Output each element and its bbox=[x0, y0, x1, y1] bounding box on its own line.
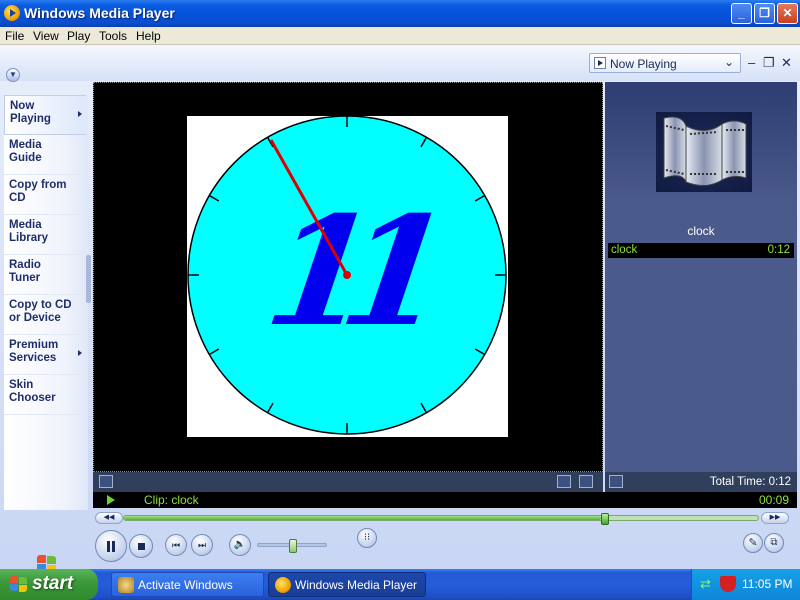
stop-button[interactable] bbox=[129, 534, 153, 558]
volume-thumb[interactable] bbox=[289, 539, 297, 553]
sidebar-item-media-library[interactable]: Media Library bbox=[4, 215, 86, 255]
tray-clock: 11:05 PM bbox=[742, 577, 793, 591]
playlist-item-duration: 0:12 bbox=[767, 244, 790, 256]
sidebar-item-now-playing[interactable]: Now Playing bbox=[4, 95, 86, 135]
sidebar-item-radio-tuner[interactable]: Radio Tuner bbox=[4, 255, 86, 295]
playlist-item[interactable]: clock 0:12 bbox=[608, 243, 794, 258]
sidebar-item-label: Media Guide bbox=[9, 139, 42, 164]
mute-button[interactable]: 🔈 bbox=[229, 534, 251, 556]
playlist-options-icon[interactable] bbox=[609, 475, 623, 488]
playlist-item-title: clock bbox=[611, 244, 638, 256]
restore-button[interactable]: ❐ bbox=[754, 3, 775, 24]
equalizer-button[interactable]: ⁝⁝ bbox=[357, 528, 377, 548]
player-body: ▼ Now Playing ⌄ – ❐ ✕ Now Playing Media … bbox=[0, 45, 800, 573]
clip-name: Clip: clock bbox=[144, 493, 199, 507]
next-button[interactable]: ⏭ bbox=[191, 534, 213, 556]
menu-file[interactable]: File bbox=[5, 29, 24, 43]
arrow-right-icon bbox=[78, 350, 82, 356]
task-label: Activate Windows bbox=[138, 578, 233, 592]
media-player-icon bbox=[4, 5, 20, 21]
taskbar-toggle-icon[interactable]: ▼ bbox=[6, 68, 20, 82]
transport-controls: ⏮ ⏭ 🔈 ⁝⁝ ✎ ⧉ bbox=[92, 527, 798, 567]
maximize-panel-icon[interactable]: ❐ bbox=[763, 55, 775, 71]
fast-forward-icon[interactable]: ▶▶ bbox=[761, 512, 789, 524]
volume-slider[interactable] bbox=[257, 539, 327, 553]
playing-indicator-icon bbox=[107, 495, 115, 505]
fit-video-icon[interactable] bbox=[557, 475, 571, 488]
rewind-icon[interactable]: ◀◀ bbox=[95, 512, 123, 524]
sidebar-item-label: Media Library bbox=[9, 219, 48, 244]
status-bar: Clip: clock 00:09 bbox=[93, 492, 797, 508]
total-time: Total Time: 0:12 bbox=[709, 476, 791, 488]
sidebar-item-label: Skin Chooser bbox=[9, 379, 56, 404]
sidebar-item-label: Premium Services bbox=[9, 339, 59, 364]
feature-taskbar: Now Playing Media Guide Copy from CD Med… bbox=[4, 95, 88, 573]
album-caption: clock bbox=[687, 224, 715, 238]
pause-button[interactable] bbox=[95, 530, 127, 562]
elapsed-time: 00:09 bbox=[758, 493, 789, 507]
sidebar-item-label: Copy to CD or Device bbox=[9, 299, 72, 324]
show-video-icon[interactable] bbox=[99, 475, 113, 488]
skin-mode-button[interactable]: ✎ bbox=[743, 533, 763, 553]
full-screen-icon[interactable] bbox=[579, 475, 593, 488]
system-tray: ⇄ 11:05 PM bbox=[691, 569, 800, 600]
sidebar-item-media-guide[interactable]: Media Guide bbox=[4, 135, 86, 175]
close-panel-icon[interactable]: ✕ bbox=[781, 55, 792, 71]
media-player-window: Windows Media Player _ ❐ ✕ File View Pla… bbox=[0, 0, 800, 573]
menu-tools[interactable]: Tools bbox=[99, 29, 127, 43]
sidebar-item-label: Now Playing bbox=[10, 100, 51, 125]
media-player-icon bbox=[275, 577, 291, 593]
sidebar-item-premium-services[interactable]: Premium Services bbox=[4, 335, 86, 375]
task-windows-media-player[interactable]: Windows Media Player bbox=[268, 572, 426, 597]
menu-play[interactable]: Play bbox=[67, 29, 90, 43]
sidebar-item-label: Copy from CD bbox=[9, 179, 67, 204]
sidebar-item-copy-from-cd[interactable]: Copy from CD bbox=[4, 175, 86, 215]
seek-thumb[interactable] bbox=[601, 513, 609, 525]
sidebar-resize-handle[interactable] bbox=[86, 255, 91, 303]
arrow-right-icon bbox=[78, 111, 82, 117]
sidebar-item-label: Radio Tuner bbox=[9, 259, 41, 284]
clock-hand-hub bbox=[343, 271, 351, 279]
title-bar[interactable]: Windows Media Player _ ❐ ✕ bbox=[0, 0, 800, 27]
network-icon[interactable]: ⇄ bbox=[700, 576, 716, 592]
window-title: Windows Media Player bbox=[24, 5, 175, 21]
menu-bar: File View Play Tools Help bbox=[0, 27, 800, 45]
chevron-down-icon: ⌄ bbox=[723, 55, 734, 69]
clock-video-frame: 11 bbox=[187, 115, 508, 437]
mini-player-button[interactable]: ⧉ bbox=[764, 533, 784, 553]
video-control-bar bbox=[93, 472, 603, 492]
start-label: start bbox=[32, 573, 74, 594]
seek-track[interactable] bbox=[123, 513, 759, 525]
playlist-footer: Total Time: 0:12 bbox=[605, 472, 797, 492]
now-playing-dropdown[interactable]: Now Playing ⌄ bbox=[589, 53, 741, 73]
seek-bar[interactable]: ◀◀ ▶▶ bbox=[95, 512, 791, 525]
menu-view[interactable]: View bbox=[33, 29, 59, 43]
key-icon bbox=[118, 577, 134, 593]
minimize-panel-icon[interactable]: – bbox=[748, 55, 755, 70]
sidebar-item-copy-to-cd[interactable]: Copy to CD or Device bbox=[4, 295, 86, 335]
seek-progress bbox=[124, 516, 601, 520]
close-button[interactable]: ✕ bbox=[777, 3, 798, 24]
now-playing-dropdown-label: Now Playing bbox=[610, 57, 677, 71]
film-strip-icon bbox=[656, 112, 752, 192]
security-shield-icon[interactable] bbox=[720, 576, 736, 592]
windows-logo-icon bbox=[10, 576, 28, 593]
task-label: Windows Media Player bbox=[295, 578, 418, 592]
start-button[interactable]: start bbox=[0, 569, 98, 600]
windows-taskbar: start Activate Windows Windows Media Pla… bbox=[0, 569, 800, 600]
play-list-icon bbox=[594, 57, 606, 69]
sidebar-item-skin-chooser[interactable]: Skin Chooser bbox=[4, 375, 86, 415]
task-activate-windows[interactable]: Activate Windows bbox=[111, 572, 264, 597]
playlist-panel: clock clock 0:12 bbox=[605, 82, 797, 472]
previous-button[interactable]: ⏮ bbox=[165, 534, 187, 556]
minimize-button[interactable]: _ bbox=[731, 3, 752, 24]
menu-help[interactable]: Help bbox=[136, 29, 161, 43]
